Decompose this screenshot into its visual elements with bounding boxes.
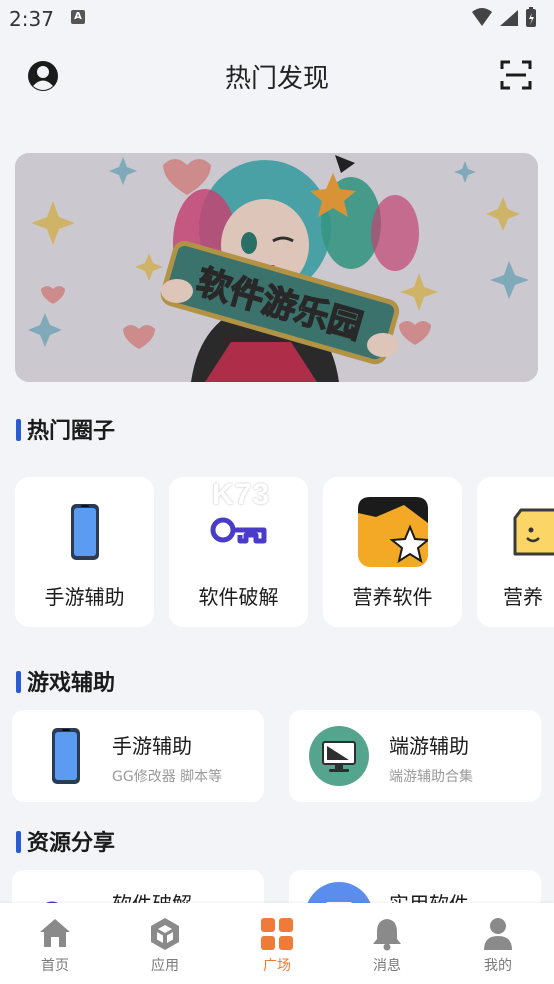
circle-card-nutrition-software[interactable]: 营养软件 (323, 477, 462, 627)
circle-card-mobile-assist[interactable]: 手游辅助 (15, 477, 154, 627)
game-card-title: 端游辅助 (389, 734, 469, 758)
watermark-domain: .com (284, 494, 308, 506)
circle-label: 营养 (503, 585, 543, 609)
section-title-text: 游戏辅助 (27, 671, 116, 696)
section-resource-share-title: 资源分享 (16, 825, 115, 857)
game-card-title: 手游辅助 (112, 734, 192, 758)
tab-messages[interactable]: 消息 (332, 903, 442, 984)
tab-apps[interactable]: 应用 (110, 903, 220, 984)
section-hot-circles-title: 热门圈子 (16, 413, 115, 445)
scan-icon[interactable] (500, 59, 532, 95)
section-title-text: 资源分享 (27, 831, 116, 856)
section-accent-bar (16, 419, 21, 441)
tab-label: 广场 (263, 958, 291, 974)
status-icons (470, 6, 544, 34)
tab-square[interactable]: 广场 (222, 903, 332, 984)
notification-icon: A (71, 10, 85, 24)
game-card-subtitle: GG修改器 脚本等 (112, 769, 223, 785)
person-icon (443, 917, 553, 951)
game-card-mobile-assist[interactable]: 手游辅助 GG修改器 脚本等 (12, 710, 264, 802)
status-bar: 2:37 A (0, 0, 554, 38)
k73-watermark: K73 游戏之家 .com (212, 478, 308, 547)
hot-circles-row[interactable]: 手游辅助 软件破解 营养软件 营养 (0, 477, 554, 629)
circle-label: 营养软件 (352, 585, 433, 609)
page-title: 热门发现 (224, 64, 329, 94)
phone-icon (36, 726, 96, 786)
circle-label: 手游辅助 (44, 585, 125, 609)
signal-icon (500, 10, 518, 26)
yellow-box-icon (477, 497, 554, 567)
desktop-icon (309, 726, 369, 786)
tab-profile[interactable]: 我的 (443, 903, 553, 984)
circle-label: 软件破解 (198, 585, 279, 609)
section-title-text: 热门圈子 (27, 419, 116, 444)
section-accent-bar (16, 831, 21, 853)
bottom-tab-bar: 首页 应用 广场 消息 我的 (0, 903, 554, 984)
home-icon (0, 917, 110, 951)
tab-label: 应用 (151, 958, 179, 974)
section-game-assist-title: 游戏辅助 (16, 665, 115, 697)
bell-icon (332, 917, 442, 951)
watermark-cn: 游戏之家 (280, 482, 293, 547)
tab-home[interactable]: 首页 (0, 903, 110, 984)
section-accent-bar (16, 671, 21, 693)
banner-dim-overlay (15, 153, 538, 382)
star-folder-icon (323, 497, 462, 567)
tab-label: 我的 (484, 958, 512, 974)
hero-banner[interactable]: 软件游乐园 (15, 153, 538, 382)
circle-card-nutrition-partial[interactable]: 营养 (477, 477, 554, 627)
cube-icon (110, 917, 220, 951)
grid-icon (222, 917, 332, 951)
tab-label: 首页 (41, 958, 69, 974)
wifi-icon (472, 8, 492, 26)
tab-label: 消息 (373, 958, 401, 974)
top-header: 热门发现 (0, 46, 554, 106)
watermark-brand: K73 (212, 478, 271, 511)
phone-icon (15, 497, 154, 567)
game-card-subtitle: 端游辅助合集 (389, 769, 473, 785)
status-time: 2:37 (9, 7, 54, 31)
game-card-pc-assist[interactable]: 端游辅助 端游辅助合集 (289, 710, 541, 802)
